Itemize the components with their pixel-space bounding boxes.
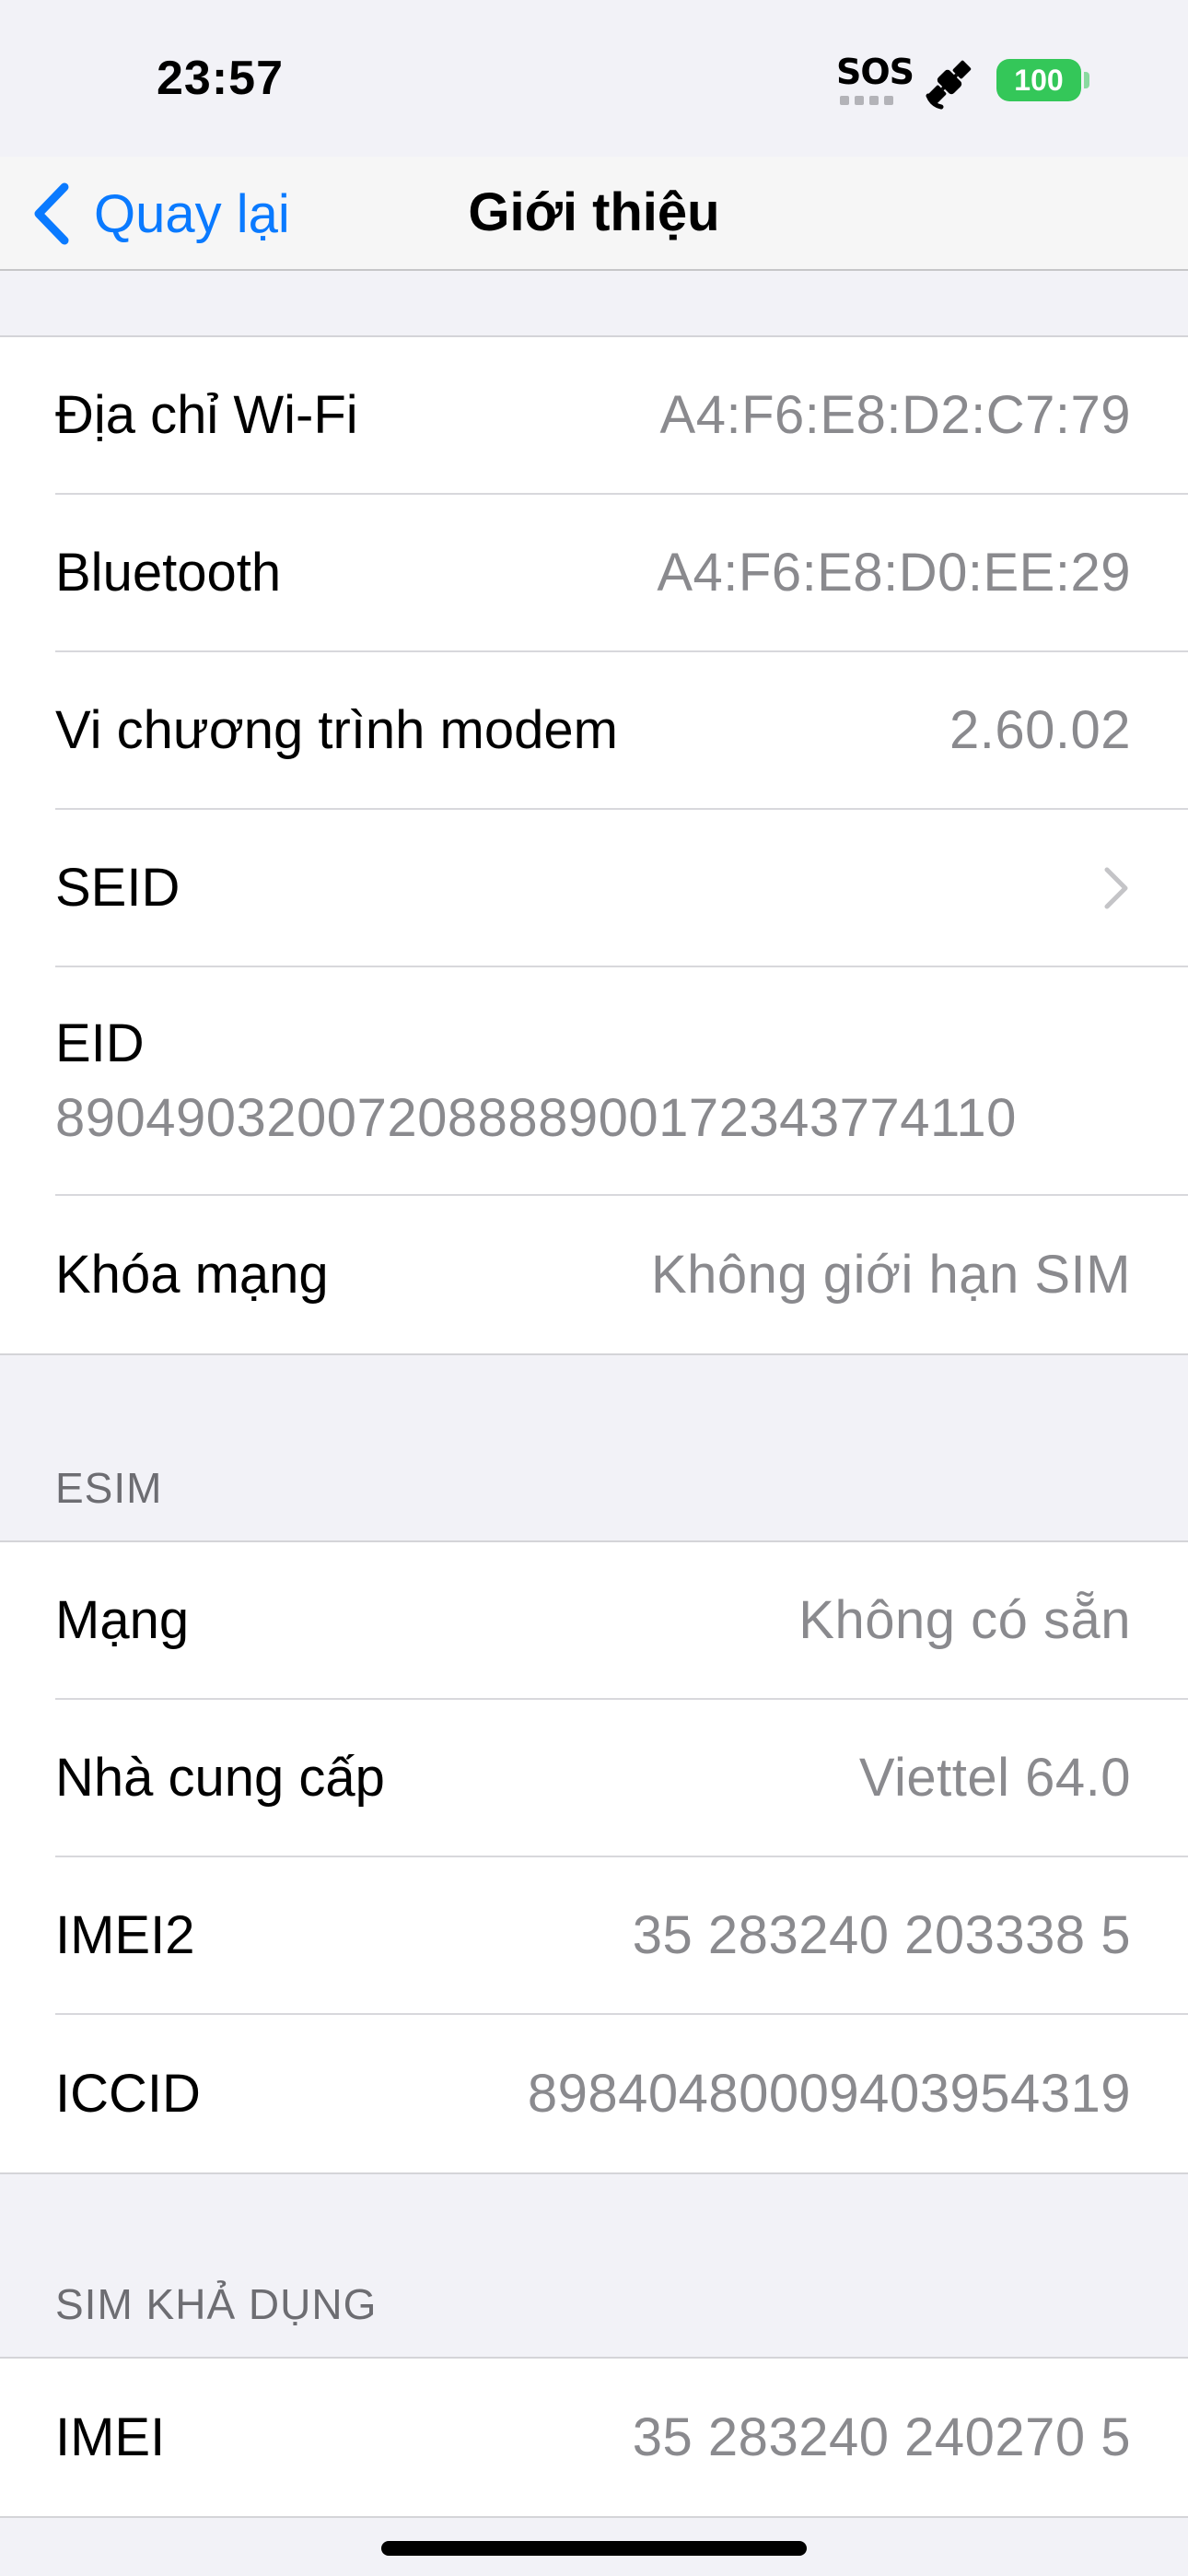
row-label: IMEI xyxy=(55,2407,166,2467)
sim-available-group: IMEI 35 283240 240270 5 xyxy=(0,2357,1188,2518)
sos-indicator: SOS xyxy=(836,52,914,92)
list-item-seid[interactable]: SEID xyxy=(55,810,1188,967)
satellite-icon xyxy=(926,60,972,110)
back-button[interactable]: Quay lại xyxy=(28,170,290,258)
row-label: Mạng xyxy=(55,1590,190,1650)
list-item-network: Mạng Không có sẵn xyxy=(55,1542,1188,1700)
section-header-sim-available: SIM KHẢ DỤNG xyxy=(55,2280,378,2328)
row-label: Địa chỉ Wi-Fi xyxy=(55,385,358,445)
row-value: Không giới hạn SIM xyxy=(650,1245,1131,1305)
row-value: 8984048000940395431​9 xyxy=(527,2064,1131,2124)
row-value: Viettel 64.0 xyxy=(858,1748,1131,1808)
battery-icon: 100 xyxy=(996,59,1081,101)
esim-group: Mạng Không có sẵn Nhà cung cấp Viettel 6… xyxy=(0,1540,1188,2174)
list-item-network-lock: Khóa mạng Không giới hạn SIM xyxy=(55,1196,1188,1353)
row-value: 35 283240 203338 5 xyxy=(632,1905,1131,1965)
status-bar: 23:57 SOS 100 xyxy=(0,0,1188,157)
list-item-carrier: Nhà cung cấp Viettel 64.0 xyxy=(55,1700,1188,1857)
about-screen: 23:57 SOS 100 Quay lại Giới thiệu Địa ch… xyxy=(0,0,1188,2576)
row-value: 2.60.02 xyxy=(949,700,1131,760)
row-value: Không có sẵn xyxy=(798,1590,1131,1650)
chevron-right-icon xyxy=(1104,867,1128,908)
list-item-iccid: ICCID 8984048000940395431​9 xyxy=(55,2015,1188,2172)
row-value: 35 283240 240270 5 xyxy=(632,2407,1131,2467)
status-time: 23:57 xyxy=(157,52,284,105)
row-label: Nhà cung cấp xyxy=(55,1748,385,1808)
row-label: EID xyxy=(55,1013,145,1073)
navigation-bar: Quay lại Giới thiệu xyxy=(0,157,1188,271)
chevron-left-icon xyxy=(34,182,69,245)
row-label: ICCID xyxy=(55,2064,201,2124)
row-value: 89049032007208888900172343774110 xyxy=(55,1088,1017,1148)
row-label: IMEI2 xyxy=(55,1905,195,1965)
device-info-group: Địa chỉ Wi-Fi A4:F6:E8:D2:C7:79 Bluetoot… xyxy=(0,335,1188,1355)
row-label: Bluetooth xyxy=(55,543,282,603)
list-item-wifi-address: Địa chỉ Wi-Fi A4:F6:E8:D2:C7:79 xyxy=(55,337,1188,495)
list-item-imei2: IMEI2 35 283240 203338 5 xyxy=(55,1857,1188,2015)
signal-dots xyxy=(840,96,893,105)
list-item-bluetooth: Bluetooth A4:F6:E8:D0:EE:29 xyxy=(55,495,1188,652)
section-header-esim: ESIM xyxy=(55,1464,163,1512)
list-item-eid: EID 89049032007208888900172343774110 xyxy=(55,967,1188,1196)
row-label: Vi chương trình modem xyxy=(55,700,618,760)
row-value: A4:F6:E8:D2:C7:79 xyxy=(659,385,1131,445)
row-label: SEID xyxy=(55,858,181,918)
battery-tip xyxy=(1084,72,1089,88)
home-indicator[interactable] xyxy=(381,2541,807,2556)
list-item-imei: IMEI 35 283240 240270 5 xyxy=(55,2359,1188,2516)
back-button-label: Quay lại xyxy=(94,183,290,244)
row-value: A4:F6:E8:D0:EE:29 xyxy=(657,543,1131,603)
list-item-modem-firmware: Vi chương trình modem 2.60.02 xyxy=(55,652,1188,810)
row-label: Khóa mạng xyxy=(55,1245,329,1305)
